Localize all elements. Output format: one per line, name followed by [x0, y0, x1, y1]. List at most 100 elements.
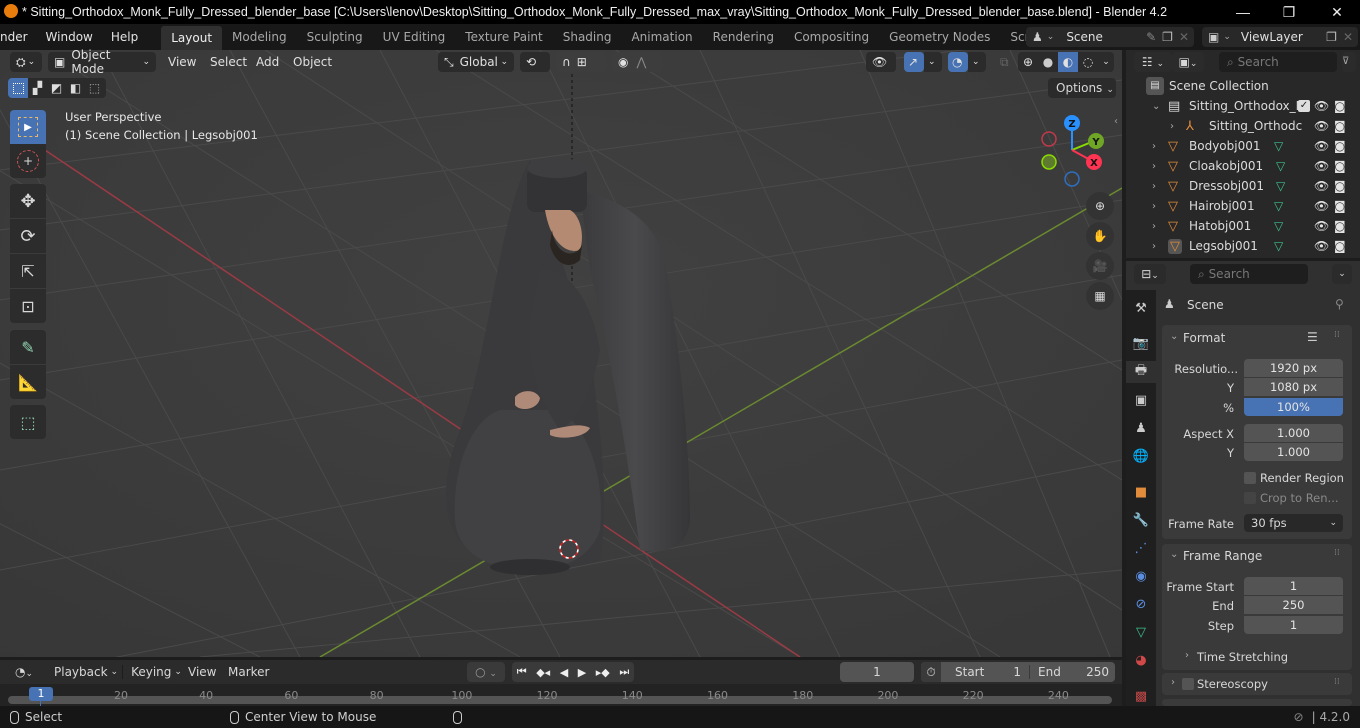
scene-selector[interactable]: ♟ ⌄ Scene ✎ ❐ ✕ — [1026, 27, 1194, 47]
frame-end-field[interactable]: 250 — [1244, 596, 1343, 614]
duplicate-scene-icon[interactable]: ❐ — [1162, 30, 1173, 44]
pin-icon[interactable]: ✎ — [1146, 30, 1156, 44]
expand-icon[interactable]: › — [1152, 201, 1156, 212]
playhead[interactable]: 1 — [29, 687, 53, 701]
pin-icon[interactable]: ⚲ — [1335, 297, 1344, 311]
mesh-data-icon[interactable]: ▽ — [1274, 199, 1283, 213]
expand-time-stretching-icon[interactable]: › — [1185, 650, 1189, 661]
solid-shading-icon[interactable]: ● — [1038, 55, 1058, 69]
render-camera-icon[interactable]: ◙ — [1334, 119, 1346, 133]
tab-world[interactable]: 🌐 — [1130, 445, 1152, 467]
outliner-row[interactable]: › ▽ Cloakobj001 ▽ 👁 ◙ — [1126, 156, 1360, 176]
zoom-view-button[interactable]: ⊕ — [1086, 192, 1114, 220]
stereoscopy-panel-title[interactable]: Stereoscopy — [1197, 677, 1268, 691]
tab-material[interactable]: ◕ — [1130, 649, 1152, 671]
camera-view-button[interactable]: 🎥 — [1086, 252, 1114, 280]
render-camera-icon[interactable]: ◙ — [1334, 219, 1346, 233]
drag-handle-icon[interactable]: ⁞⁞ — [1334, 330, 1340, 340]
playback-menu[interactable]: Playback — [46, 665, 108, 679]
mesh-data-icon[interactable]: ▽ — [1276, 179, 1285, 193]
delete-layer-icon[interactable]: ✕ — [1343, 30, 1353, 44]
tab-view-layer[interactable]: ▣ — [1130, 389, 1152, 411]
prev-keyframe-icon[interactable]: ◆◂ — [536, 666, 550, 679]
timeline-editor-type[interactable]: ◔⌄ — [8, 662, 40, 682]
add-cube-tool[interactable]: ⬚ — [10, 405, 46, 439]
render-region-checkbox[interactable] — [1244, 472, 1256, 484]
collapse-frame-range-icon[interactable]: ⌄ — [1170, 549, 1178, 560]
viewport-menu-select[interactable]: Select — [204, 52, 253, 72]
stopwatch-icon[interactable]: ⏱ — [921, 662, 941, 682]
editor-type-button[interactable]: ⛭ ⌄ — [10, 52, 42, 72]
eye-icon[interactable]: 👁 — [1314, 199, 1329, 213]
stereoscopy-checkbox[interactable] — [1182, 678, 1194, 690]
outliner-row[interactable]: › ▽ Dressobj001 ▽ 👁 ◙ — [1126, 176, 1360, 196]
wireframe-shading-icon[interactable]: ⊕ — [1018, 55, 1038, 69]
select-box-tool[interactable]: ▶ — [10, 110, 46, 144]
transform-tool[interactable]: ⊡ — [10, 289, 46, 323]
crop-checkbox[interactable] — [1244, 492, 1256, 504]
auto-keying-toggle[interactable]: ○ ⌄ — [467, 662, 505, 682]
sidebar-collapse-icon[interactable]: ‹ — [1114, 116, 1118, 127]
jump-to-start-icon[interactable]: ⏮ — [517, 665, 527, 679]
next-keyframe-icon[interactable]: ▸◆ — [596, 666, 610, 679]
invert-selection-icon[interactable]: ◧ — [66, 78, 85, 98]
resolution-percent-slider[interactable]: 100% — [1244, 398, 1343, 416]
tab-sculpting[interactable]: Sculpting — [297, 26, 373, 48]
outliner-row[interactable]: › ▽ Hatobj001 ▽ 👁 ◙ — [1126, 216, 1360, 236]
outliner-row-scene-collection[interactable]: ▤ Scene Collection — [1126, 76, 1360, 96]
outliner-row[interactable]: › ⅄ Sitting_Orthodc 👁 ◙ — [1126, 116, 1360, 136]
timeline-view-menu[interactable]: View — [188, 665, 216, 679]
eye-icon[interactable]: 👁 — [1314, 219, 1329, 233]
eye-icon[interactable]: 👁 — [1314, 179, 1329, 193]
tab-texture[interactable]: ▩ — [1130, 685, 1152, 707]
gizmo-toggle[interactable]: ↗ — [904, 52, 924, 72]
aspect-y-field[interactable]: 1.000 — [1244, 443, 1343, 461]
frame-rate-dropdown[interactable]: 30 fps ⌄ — [1244, 514, 1343, 532]
mesh-data-icon[interactable]: ▽ — [1276, 159, 1285, 173]
scale-tool[interactable]: ⇱ — [10, 254, 46, 288]
render-camera-icon[interactable]: ◙ — [1334, 239, 1346, 253]
mesh-data-icon[interactable]: ▽ — [1274, 219, 1283, 233]
properties-search-input[interactable]: ⌕ Search — [1190, 264, 1308, 284]
current-frame-field[interactable]: 1 — [840, 662, 914, 682]
eye-icon[interactable]: 👁 — [1314, 239, 1329, 253]
menu-help[interactable]: Help — [102, 24, 147, 50]
overlay-toggle[interactable]: ◔ — [948, 52, 968, 72]
render-camera-icon[interactable]: ◙ — [1334, 159, 1346, 173]
tab-modeling[interactable]: Modeling — [222, 26, 297, 48]
new-selection-icon[interactable] — [8, 78, 28, 98]
duplicate-layer-icon[interactable]: ❐ — [1326, 30, 1337, 44]
collapse-format-icon[interactable]: ⌄ — [1170, 331, 1178, 342]
tab-render[interactable]: 📷 — [1130, 332, 1152, 354]
intersect-selection-icon[interactable]: ⬚ — [85, 78, 104, 98]
keying-menu[interactable]: Keying — [122, 665, 171, 679]
outliner-row[interactable]: › ▽ Hairobj001 ▽ 👁 ◙ — [1126, 196, 1360, 216]
drag-handle-icon[interactable]: ⁞⁞ — [1334, 677, 1340, 687]
aspect-x-field[interactable]: 1.000 — [1244, 424, 1343, 442]
resolution-x-field[interactable]: 1920 px — [1244, 359, 1343, 377]
expand-icon[interactable]: › — [1152, 241, 1156, 252]
pivot-point-button[interactable]: ⟲ — [520, 52, 550, 72]
resolution-y-field[interactable]: 1080 px — [1244, 378, 1343, 396]
subtract-selection-icon[interactable]: ◩ — [47, 78, 66, 98]
time-stretching-subpanel[interactable]: Time Stretching — [1197, 650, 1288, 664]
collapse-icon[interactable]: ⌄ — [1152, 101, 1160, 112]
outliner-row[interactable]: ⌄ ▤ Sitting_Orthodox_M ✓ 👁 ◙ — [1126, 96, 1360, 116]
shading-mode-group[interactable]: ⊕ ● ◐ ◌ ⌄ — [1018, 52, 1114, 72]
ortho-toggle-button[interactable]: ▦ — [1086, 282, 1114, 310]
xray-toggle[interactable]: ⧉ — [994, 52, 1015, 72]
pan-view-button[interactable]: ✋ — [1086, 222, 1114, 250]
tab-tool[interactable]: ⚒ — [1130, 297, 1152, 319]
maximize-button[interactable]: ❐ — [1266, 0, 1312, 24]
format-panel-title[interactable]: Format — [1183, 331, 1225, 345]
expand-icon[interactable]: › — [1152, 161, 1156, 172]
outliner-row[interactable]: › ▽ Legsobj001 ▽ 👁 ◙ — [1126, 236, 1360, 256]
properties-options-dropdown[interactable]: ⌄ — [1332, 264, 1352, 284]
tab-data[interactable]: ▽ — [1130, 621, 1152, 643]
rotate-tool[interactable]: ⟳ — [10, 219, 46, 253]
extend-selection-icon[interactable]: ▞ — [28, 78, 47, 98]
tab-compositing[interactable]: Compositing — [784, 26, 879, 48]
view-layer-selector[interactable]: ▣ ⌄ ViewLayer ❐ ✕ — [1202, 27, 1358, 47]
tab-physics[interactable]: ◉ — [1130, 565, 1152, 587]
exclude-checkbox[interactable]: ✓ — [1298, 100, 1310, 112]
